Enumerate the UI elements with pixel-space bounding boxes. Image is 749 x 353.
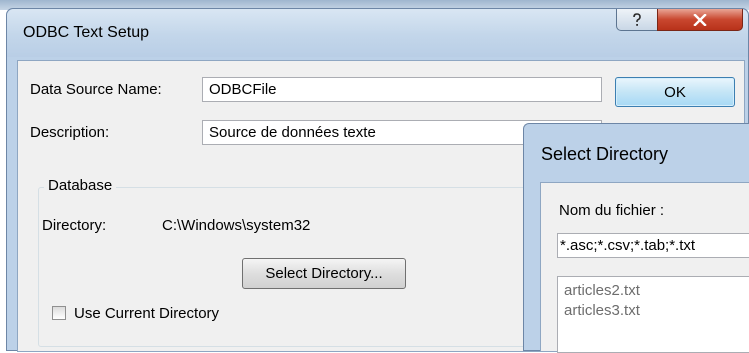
use-current-directory-label[interactable]: Use Current Directory — [74, 305, 219, 322]
select-directory-title: Select Directory — [541, 144, 669, 164]
database-group-legend: Database — [44, 177, 117, 194]
data-source-name-label: Data Source Name: — [30, 81, 162, 98]
directory-value: C:\Windows\system32 — [162, 217, 311, 234]
file-list-item[interactable]: articles2.txt — [564, 281, 745, 301]
close-button[interactable] — [657, 9, 743, 31]
close-x-icon — [693, 13, 707, 26]
select-directory-button[interactable]: Select Directory... — [242, 258, 406, 289]
title-bar: ODBC Text Setup — [7, 9, 748, 57]
select-directory-content: Nom du fichier : *.asc;*.csv;*.tab;*.txt… — [540, 182, 749, 353]
filename-input[interactable]: *.asc;*.csv;*.tab;*.txt — [557, 233, 749, 258]
filename-label: Nom du fichier : — [559, 202, 665, 219]
description-label: Description: — [30, 124, 110, 141]
directory-label: Directory: — [42, 217, 107, 234]
help-button[interactable] — [616, 9, 658, 31]
file-list[interactable]: articles2.txt articles3.txt — [557, 276, 749, 353]
dialog-title: ODBC Text Setup — [23, 24, 149, 41]
ok-button[interactable]: OK — [615, 77, 735, 107]
file-list-item[interactable]: articles3.txt — [564, 301, 745, 321]
data-source-name-input[interactable]: ODBCFile — [202, 77, 602, 102]
question-mark-icon — [633, 12, 641, 26]
select-directory-dialog: Select Directory Nom du fichier : *.asc;… — [523, 123, 749, 353]
use-current-directory-checkbox[interactable] — [52, 306, 66, 320]
